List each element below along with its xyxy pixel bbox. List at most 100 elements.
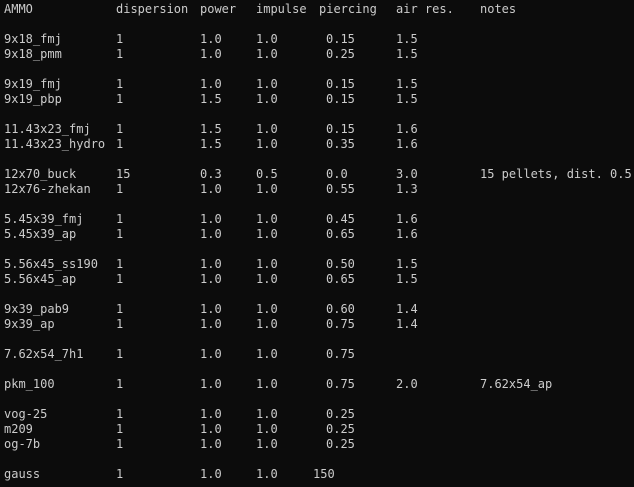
impulse-value: 1.0 bbox=[256, 377, 278, 391]
piercing-value: 0.75 bbox=[326, 347, 355, 361]
piercing-value: 0.25 bbox=[326, 407, 355, 421]
air-res-value: 1.5 bbox=[396, 77, 418, 91]
power-value: 1.0 bbox=[200, 302, 222, 316]
impulse-value: 1.0 bbox=[256, 272, 278, 286]
ammo-name: 12x76-zhekan bbox=[4, 182, 91, 196]
air-res-value: 1.6 bbox=[396, 212, 418, 226]
power-value: 1.0 bbox=[200, 317, 222, 331]
impulse-value: 1.0 bbox=[256, 422, 278, 436]
dispersion-value: 1 bbox=[116, 272, 124, 286]
air-res-value: 1.6 bbox=[396, 137, 418, 151]
table-row: 9x19_fmj 1 1.0 1.0 0.15 1.5 bbox=[0, 77, 634, 92]
ammo-name: 11.43x23_hydro bbox=[4, 137, 106, 151]
power-value: 1.0 bbox=[200, 32, 222, 46]
dispersion-value: 1 bbox=[116, 122, 124, 136]
dispersion-value: 1 bbox=[116, 32, 124, 46]
air-res-value: 1.4 bbox=[396, 302, 418, 316]
air-res-value: 1.3 bbox=[396, 182, 418, 196]
ammo-name: og-7b bbox=[4, 437, 41, 451]
dispersion-value: 1 bbox=[116, 47, 124, 61]
air-res-value: 1.5 bbox=[396, 32, 418, 46]
table-row: 9x18_fmj 1 1.0 1.0 0.15 1.5 bbox=[0, 32, 634, 47]
power-value: 0.3 bbox=[200, 167, 222, 181]
table-row: 9x39_ap 1 1.0 1.0 0.75 1.4 bbox=[0, 317, 634, 332]
piercing-value: 0.45 bbox=[326, 212, 355, 226]
header-air-res: air res. bbox=[396, 2, 454, 16]
dispersion-value: 1 bbox=[116, 347, 124, 361]
piercing-value: 0.0 bbox=[326, 167, 348, 181]
header-impulse: impulse bbox=[256, 2, 307, 16]
ammo-name: 9x18_pmm bbox=[4, 47, 62, 61]
table-row: 5.56x45_ss190 1 1.0 1.0 0.50 1.5 bbox=[0, 257, 634, 272]
impulse-value: 1.0 bbox=[256, 77, 278, 91]
air-res-value: 1.6 bbox=[396, 122, 418, 136]
impulse-value: 1.0 bbox=[256, 182, 278, 196]
dispersion-value: 1 bbox=[116, 407, 124, 421]
piercing-value: 0.55 bbox=[326, 182, 355, 196]
ammo-name: 9x18_fmj bbox=[4, 32, 62, 46]
power-value: 1.0 bbox=[200, 47, 222, 61]
air-res-value: 2.0 bbox=[396, 377, 418, 391]
dispersion-value: 1 bbox=[116, 227, 124, 241]
piercing-value: 0.15 bbox=[326, 122, 355, 136]
air-res-value: 1.4 bbox=[396, 317, 418, 331]
piercing-value: 0.50 bbox=[326, 257, 355, 271]
piercing-value: 0.15 bbox=[326, 92, 355, 106]
air-res-value: 3.0 bbox=[396, 167, 418, 181]
piercing-value: 0.75 bbox=[326, 377, 355, 391]
air-res-value: 1.5 bbox=[396, 92, 418, 106]
impulse-value: 1.0 bbox=[256, 317, 278, 331]
piercing-value: 0.25 bbox=[326, 422, 355, 436]
table-row: 9x19_pbp 1 1.5 1.0 0.15 1.5 bbox=[0, 92, 634, 107]
air-res-value: 1.5 bbox=[396, 47, 418, 61]
impulse-value: 1.0 bbox=[256, 122, 278, 136]
power-value: 1.0 bbox=[200, 257, 222, 271]
power-value: 1.0 bbox=[200, 227, 222, 241]
table-row: 9x18_pmm 1 1.0 1.0 0.25 1.5 bbox=[0, 47, 634, 62]
dispersion-value: 1 bbox=[116, 317, 124, 331]
impulse-value: 1.0 bbox=[256, 47, 278, 61]
power-value: 1.0 bbox=[200, 182, 222, 196]
ammo-name: pkm_100 bbox=[4, 377, 55, 391]
dispersion-value: 1 bbox=[116, 182, 124, 196]
impulse-value: 1.0 bbox=[256, 347, 278, 361]
impulse-value: 1.0 bbox=[256, 437, 278, 451]
table-row: 12x70_buck 15 0.3 0.5 0.0 3.0 15 pellets, dist… bbox=[0, 167, 634, 182]
impulse-value: 0.5 bbox=[256, 167, 278, 181]
table-header: AMMO dispersion power impulse piercing a… bbox=[0, 2, 634, 17]
air-res-value: 1.5 bbox=[396, 257, 418, 271]
table-row: 11.43x23_fmj 1 1.5 1.0 0.15 1.6 bbox=[0, 122, 634, 137]
power-value: 1.5 bbox=[200, 122, 222, 136]
impulse-value: 1.0 bbox=[256, 257, 278, 271]
impulse-value: 1.0 bbox=[256, 302, 278, 316]
power-value: 1.0 bbox=[200, 212, 222, 226]
ammo-name: 5.45x39_fmj bbox=[4, 212, 84, 226]
dispersion-value: 1 bbox=[116, 437, 124, 451]
ammo-name: 9x19_fmj bbox=[4, 77, 62, 91]
piercing-value: 0.25 bbox=[326, 437, 355, 451]
dispersion-value: 1 bbox=[116, 212, 124, 226]
piercing-value: 0.15 bbox=[326, 32, 355, 46]
table-row: m209 1 1.0 1.0 0.25 bbox=[0, 422, 634, 437]
piercing-value: 150 bbox=[313, 467, 335, 481]
ammo-name: 12x70_buck bbox=[4, 167, 77, 181]
notes-value: 15 pellets, dist. 0.5 bbox=[480, 167, 632, 181]
piercing-value: 0.65 bbox=[326, 227, 355, 241]
ammo-name: 9x19_pbp bbox=[4, 92, 62, 106]
ammo-name: 11.43x23_fmj bbox=[4, 122, 91, 136]
power-value: 1.0 bbox=[200, 407, 222, 421]
table-row: 11.43x23_hydro 1 1.5 1.0 0.35 1.6 bbox=[0, 137, 634, 152]
header-dispersion: dispersion bbox=[116, 2, 189, 16]
piercing-value: 0.65 bbox=[326, 272, 355, 286]
impulse-value: 1.0 bbox=[256, 32, 278, 46]
piercing-value: 0.15 bbox=[326, 77, 355, 91]
table-row: pkm_100 1 1.0 1.0 0.75 2.0 7.62x54_ap bbox=[0, 377, 634, 392]
piercing-value: 0.75 bbox=[326, 317, 355, 331]
table-row: gauss 1 1.0 1.0 150 bbox=[0, 467, 634, 482]
dispersion-value: 1 bbox=[116, 92, 124, 106]
ammo-name: 9x39_ap bbox=[4, 317, 55, 331]
impulse-value: 1.0 bbox=[256, 407, 278, 421]
power-value: 1.5 bbox=[200, 137, 222, 151]
power-value: 1.0 bbox=[200, 347, 222, 361]
impulse-value: 1.0 bbox=[256, 467, 278, 481]
